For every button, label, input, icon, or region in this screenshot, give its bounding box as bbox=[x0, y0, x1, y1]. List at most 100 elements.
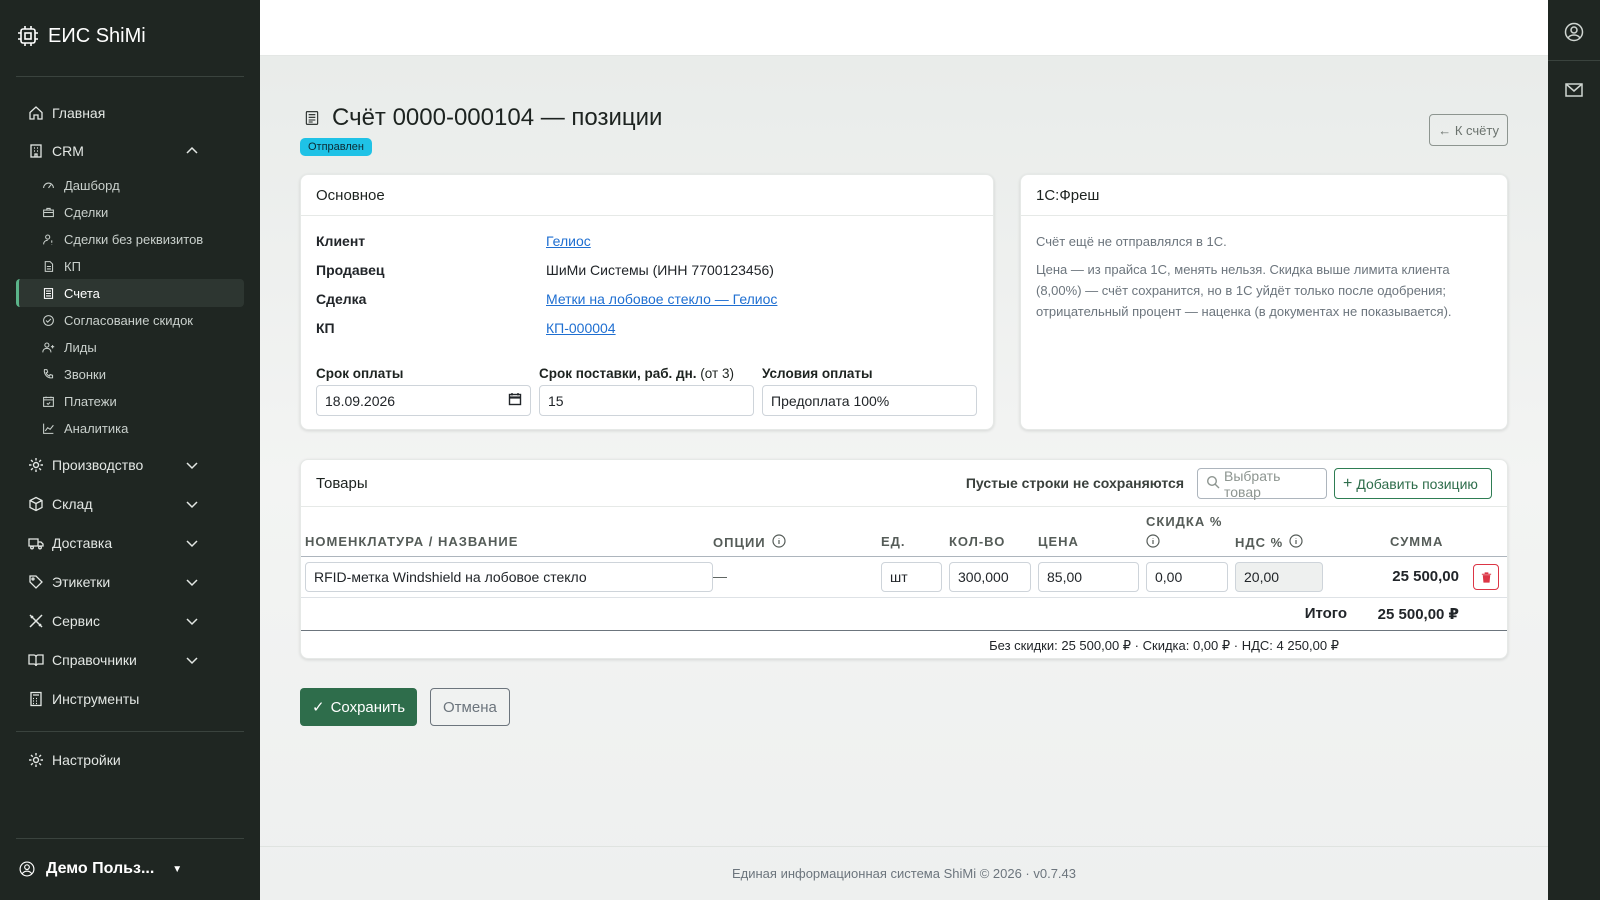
user-menu[interactable]: Демо Польз... ▼ bbox=[16, 858, 182, 880]
footer-divider bbox=[260, 846, 1548, 847]
sidebar-item-dashboard[interactable]: Дашборд bbox=[16, 171, 244, 199]
sidebar-item-service[interactable]: Сервис bbox=[16, 605, 244, 637]
sidebar-item-delivery[interactable]: Доставка bbox=[16, 527, 244, 559]
sidebar-item-tools[interactable]: Инструменты bbox=[16, 683, 244, 715]
sidebar-item-label: Аналитика bbox=[64, 420, 129, 436]
briefcase-icon bbox=[40, 204, 56, 220]
sidebar-item-home[interactable]: Главная bbox=[16, 97, 244, 129]
sidebar-item-analytics[interactable]: Аналитика bbox=[16, 414, 244, 442]
delete-row-button[interactable] bbox=[1473, 564, 1499, 590]
person-plus-icon bbox=[40, 339, 56, 355]
delivery-label-text: Срок поставки, раб. дн. bbox=[539, 366, 697, 381]
column-header-name: НОМЕНКЛАТУРА / НАЗВАНИЕ bbox=[305, 534, 519, 549]
chevron-down-icon bbox=[184, 574, 200, 590]
main-info-card: Основное Клиент Гелиос Продавец ШиМи Сис… bbox=[300, 174, 994, 430]
add-item-button[interactable]: + Добавить позицию bbox=[1334, 468, 1492, 499]
pick-product-button[interactable]: Выбрать товар bbox=[1197, 467, 1327, 500]
sidebar-item-settings[interactable]: Настройки bbox=[16, 744, 244, 776]
sidebar-item-warehouse[interactable]: Склад bbox=[16, 488, 244, 520]
calendar-icon[interactable] bbox=[508, 392, 522, 409]
phone-icon bbox=[40, 366, 56, 382]
row-divider bbox=[301, 597, 1507, 598]
sidebar-item-deals[interactable]: Сделки bbox=[16, 198, 244, 226]
totals-summary: Без скидки: 25 500,00 ₽ · Скидка: 0,00 ₽… bbox=[989, 638, 1339, 653]
sidebar-item-label: Счета bbox=[64, 285, 100, 301]
sidebar-item-label: Согласование скидок bbox=[64, 312, 193, 328]
kp-link[interactable]: КП-000004 bbox=[546, 320, 616, 336]
building-icon bbox=[28, 143, 44, 159]
sidebar-item-label: Склад bbox=[52, 496, 93, 512]
sidebar-item-labels[interactable]: Этикетки bbox=[16, 566, 244, 598]
footer: Единая информационная система ShiMi © 20… bbox=[731, 866, 1077, 881]
item-discount-input[interactable]: 0,00 bbox=[1146, 562, 1228, 592]
caret-down-icon: ▼ bbox=[172, 863, 183, 875]
sidebar-item-label: Этикетки bbox=[52, 574, 111, 590]
chevron-down-icon bbox=[184, 457, 200, 473]
pick-product-label: Выбрать товар bbox=[1224, 467, 1281, 500]
save-label: Сохранить bbox=[330, 698, 406, 716]
sidebar-item-invoices[interactable]: Счета bbox=[16, 279, 244, 307]
sidebar-item-kp[interactable]: КП bbox=[16, 252, 244, 280]
status-badge: Отправлен bbox=[300, 138, 372, 156]
messages-button[interactable] bbox=[1564, 80, 1584, 100]
deal-link[interactable]: Метки на лобовое стекло — Гелиос bbox=[546, 291, 777, 307]
right-toolbar-divider bbox=[1548, 60, 1600, 61]
sidebar-item-label: Платежи bbox=[64, 393, 117, 409]
trash-icon bbox=[1481, 571, 1491, 583]
onec-status-text: Счёт ещё не отправлялся в 1С. bbox=[1036, 234, 1227, 249]
item-unit-input[interactable]: шт bbox=[881, 562, 942, 592]
seller-label: Продавец bbox=[316, 262, 385, 278]
page-title: Счёт 0000-000104 — позиции bbox=[300, 104, 662, 132]
column-header-options-label: ОПЦИИ bbox=[713, 535, 766, 550]
kp-label: КП bbox=[316, 320, 335, 336]
sidebar-item-label: Звонки bbox=[64, 366, 106, 382]
info-icon[interactable] bbox=[1146, 534, 1160, 551]
right-toolbar bbox=[1548, 0, 1600, 900]
plus-icon: + bbox=[1343, 474, 1353, 492]
save-button[interactable]: ✓ Сохранить bbox=[300, 688, 418, 726]
client-link[interactable]: Гелиос bbox=[546, 233, 591, 249]
item-qty-input[interactable]: 300,000 bbox=[949, 562, 1031, 592]
delivery-days-input[interactable]: 15 bbox=[539, 385, 754, 416]
sidebar-item-label: Справочники bbox=[52, 652, 137, 668]
sidebar-item-label: Сделки без реквизитов bbox=[64, 231, 204, 247]
info-icon[interactable] bbox=[772, 534, 786, 551]
sidebar-divider bbox=[16, 838, 244, 839]
sidebar-item-crm[interactable]: CRM bbox=[16, 135, 244, 167]
profile-button[interactable] bbox=[1564, 22, 1584, 42]
brand[interactable]: ЕИС ShiMi bbox=[16, 18, 146, 54]
sidebar-item-deals-no-req[interactable]: Сделки без реквизитов bbox=[16, 225, 244, 253]
item-price-input[interactable]: 85,00 bbox=[1038, 562, 1139, 592]
receipt-icon bbox=[300, 106, 324, 130]
payment-terms-input[interactable]: Предоплата 100% bbox=[762, 385, 977, 416]
sidebar-item-payments[interactable]: Платежи bbox=[16, 387, 244, 415]
sidebar-item-label: Доставка bbox=[52, 535, 113, 551]
info-icon[interactable] bbox=[1289, 534, 1303, 551]
sidebar-item-production[interactable]: Производство bbox=[16, 449, 244, 481]
table-header-divider bbox=[301, 556, 1507, 557]
document-icon bbox=[40, 258, 56, 274]
sidebar-item-discounts[interactable]: Согласование скидок bbox=[16, 306, 244, 334]
user-name: Демо Польз... bbox=[46, 860, 155, 877]
item-name-input[interactable]: RFID-метка Windshield на лобовое стекло bbox=[305, 562, 713, 592]
gear-icon bbox=[28, 752, 44, 768]
column-header-vat: НДС % bbox=[1235, 534, 1303, 551]
page-title-text: Счёт 0000-000104 — позиции bbox=[332, 104, 663, 131]
chevron-down-icon bbox=[184, 652, 200, 668]
due-date-input[interactable]: 18.09.2026 bbox=[316, 385, 531, 416]
empty-rows-note: Пустые строки не сохраняются bbox=[965, 475, 1184, 491]
delivery-label: Срок поставки, раб. дн. (от 3) bbox=[539, 366, 734, 381]
cancel-button[interactable]: Отмена bbox=[430, 688, 510, 726]
sidebar-item-label: Главная bbox=[52, 105, 106, 121]
check-icon: ✓ bbox=[312, 699, 325, 716]
item-options: — bbox=[713, 568, 727, 584]
person-circle-icon bbox=[1564, 22, 1584, 42]
main-content: Счёт 0000-000104 — позиции Отправлен ← К… bbox=[260, 56, 1548, 900]
gear-icon bbox=[28, 457, 44, 473]
sidebar-item-label: Лиды bbox=[64, 339, 97, 355]
sidebar-item-references[interactable]: Справочники bbox=[16, 644, 244, 676]
sidebar-item-calls[interactable]: Звонки bbox=[16, 360, 244, 388]
onec-info-text: Цена — из прайса 1С, менять нельзя. Скид… bbox=[1036, 262, 1452, 319]
back-to-invoice-button[interactable]: ← К счёту bbox=[1429, 114, 1508, 146]
sidebar-item-leads[interactable]: Лиды bbox=[16, 333, 244, 361]
